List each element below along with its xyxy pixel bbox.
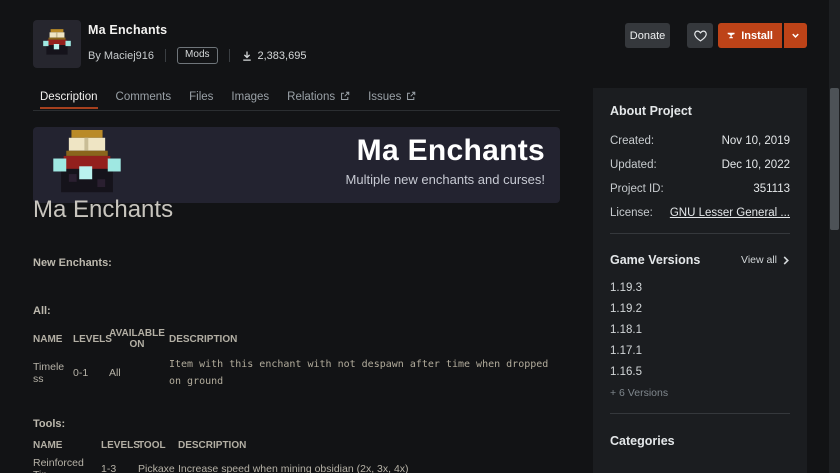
all-enchants-table: NAME LEVELS AVAILABLE ON DESCRIPTION Tim… — [33, 328, 560, 392]
mods-badge[interactable]: Mods — [177, 47, 218, 64]
game-versions-header: Game Versions View all — [610, 253, 790, 267]
created-label: Created: — [610, 135, 655, 147]
version-item[interactable]: 1.17.1 — [610, 345, 790, 357]
anvil-icon — [727, 32, 735, 39]
banner-subtitle: Multiple new enchants and curses! — [345, 172, 545, 187]
scrollbar-track[interactable] — [829, 0, 840, 473]
enchant-name: Reinforced Tip — [33, 457, 84, 473]
col-name: NAME — [33, 440, 63, 451]
license-label: License: — [610, 207, 653, 219]
page-title: Ma Enchants — [88, 23, 168, 37]
scrollbar-thumb[interactable] — [830, 88, 839, 230]
updated-row: Updated: Dec 10, 2022 — [610, 159, 790, 171]
col-description: DESCRIPTION — [178, 440, 247, 451]
categories-title: Categories — [610, 434, 675, 448]
favorite-button[interactable] — [687, 23, 713, 48]
col-available-on: AVAILABLE ON — [109, 328, 165, 350]
game-versions-list: 1.19.3 1.19.2 1.18.1 1.17.1 1.16.5 + 6 V… — [610, 282, 790, 399]
banner-title: Ma Enchants — [356, 134, 545, 167]
col-description: DESCRIPTION — [169, 333, 238, 345]
divider — [610, 233, 790, 234]
col-levels: LEVELS — [101, 440, 140, 451]
about-project-title: About Project — [610, 104, 692, 118]
view-all-link[interactable]: View all — [741, 254, 790, 266]
table-row: Timeless 0-1 All Item with this enchant … — [33, 354, 560, 392]
new-enchants-heading: New Enchants: — [33, 257, 112, 269]
version-item[interactable]: 1.19.3 — [610, 282, 790, 294]
chevron-down-icon — [792, 33, 799, 38]
table-header-row: NAME LEVELS TOOL DESCRIPTION — [33, 440, 560, 455]
external-link-icon — [341, 91, 350, 100]
install-options-button[interactable] — [784, 23, 807, 48]
tab-comments[interactable]: Comments — [116, 87, 172, 110]
mod-meta: By Maciej916 Mods 2,383,695 — [88, 47, 306, 64]
donate-button[interactable]: Donate — [625, 23, 670, 48]
project-id-row: Project ID: 351113 — [610, 183, 790, 195]
license-link[interactable]: GNU Lesser General ... — [670, 207, 790, 219]
project-id-value: 351113 — [753, 183, 790, 195]
mod-thumbnail — [33, 20, 81, 68]
heart-icon — [693, 30, 707, 42]
enchant-name: Timeless — [33, 361, 65, 385]
license-row: License: GNU Lesser General ... — [610, 207, 790, 219]
download-icon — [242, 51, 251, 61]
divider — [165, 49, 167, 62]
created-row: Created: Nov 10, 2019 — [610, 135, 790, 147]
chevron-right-icon — [783, 255, 789, 265]
enchant-description: Item with this enchant with not despawn … — [169, 359, 549, 387]
install-button[interactable]: Install — [718, 23, 782, 48]
enchant-description: Increase speed when mining obsidian (2x,… — [178, 463, 409, 473]
created-value: Nov 10, 2019 — [721, 135, 790, 147]
game-versions-title: Game Versions — [610, 253, 701, 267]
divider — [610, 413, 790, 414]
mod-page: Ma Enchants By Maciej916 Mods 2,383,695 … — [0, 0, 840, 473]
author-link[interactable]: By Maciej916 — [88, 50, 154, 62]
more-versions-link[interactable]: + 6 Versions — [610, 387, 790, 399]
tools-heading: Tools: — [33, 418, 66, 430]
description-heading: Ma Enchants — [33, 196, 174, 223]
divider — [228, 49, 230, 62]
enchanting-table-icon — [43, 29, 71, 55]
tab-bar: Description Comments Files Images Relati… — [33, 87, 560, 111]
updated-value: Dec 10, 2022 — [721, 159, 790, 171]
col-name: NAME — [33, 333, 63, 345]
version-item[interactable]: 1.16.5 — [610, 366, 790, 378]
col-levels: LEVELS — [73, 333, 112, 345]
all-heading: All: — [33, 305, 51, 317]
header-actions: Donate Install — [625, 23, 807, 48]
enchant-available-on: All — [109, 367, 121, 379]
tab-relations[interactable]: Relations — [287, 87, 350, 110]
version-item[interactable]: 1.19.2 — [610, 303, 790, 315]
tab-description[interactable]: Description — [40, 87, 98, 110]
col-tool: TOOL — [138, 440, 166, 451]
about-rows: Created: Nov 10, 2019 Updated: Dec 10, 2… — [610, 135, 790, 219]
project-id-label: Project ID: — [610, 183, 664, 195]
tab-images[interactable]: Images — [231, 87, 269, 110]
enchant-levels: 0-1 — [73, 367, 89, 379]
table-row: Reinforced Tip 1-3 Pickaxe Increase spee… — [33, 455, 560, 473]
enchant-tool: Pickaxe — [138, 463, 175, 473]
description-banner: Ma Enchants Multiple new enchants and cu… — [33, 127, 560, 203]
version-item[interactable]: 1.18.1 — [610, 324, 790, 336]
updated-label: Updated: — [610, 159, 657, 171]
tools-enchants-table: NAME LEVELS TOOL DESCRIPTION Reinforced … — [33, 440, 560, 473]
enchant-levels: 1-3 — [101, 463, 117, 473]
table-header-row: NAME LEVELS AVAILABLE ON DESCRIPTION — [33, 328, 560, 354]
about-project-panel: About Project Created: Nov 10, 2019 Upda… — [593, 88, 807, 473]
tab-issues[interactable]: Issues — [368, 87, 416, 110]
enchanting-table-art — [53, 130, 121, 193]
tab-files[interactable]: Files — [189, 87, 213, 110]
downloads-count: 2,383,695 — [241, 50, 306, 62]
external-link-icon — [407, 91, 416, 100]
